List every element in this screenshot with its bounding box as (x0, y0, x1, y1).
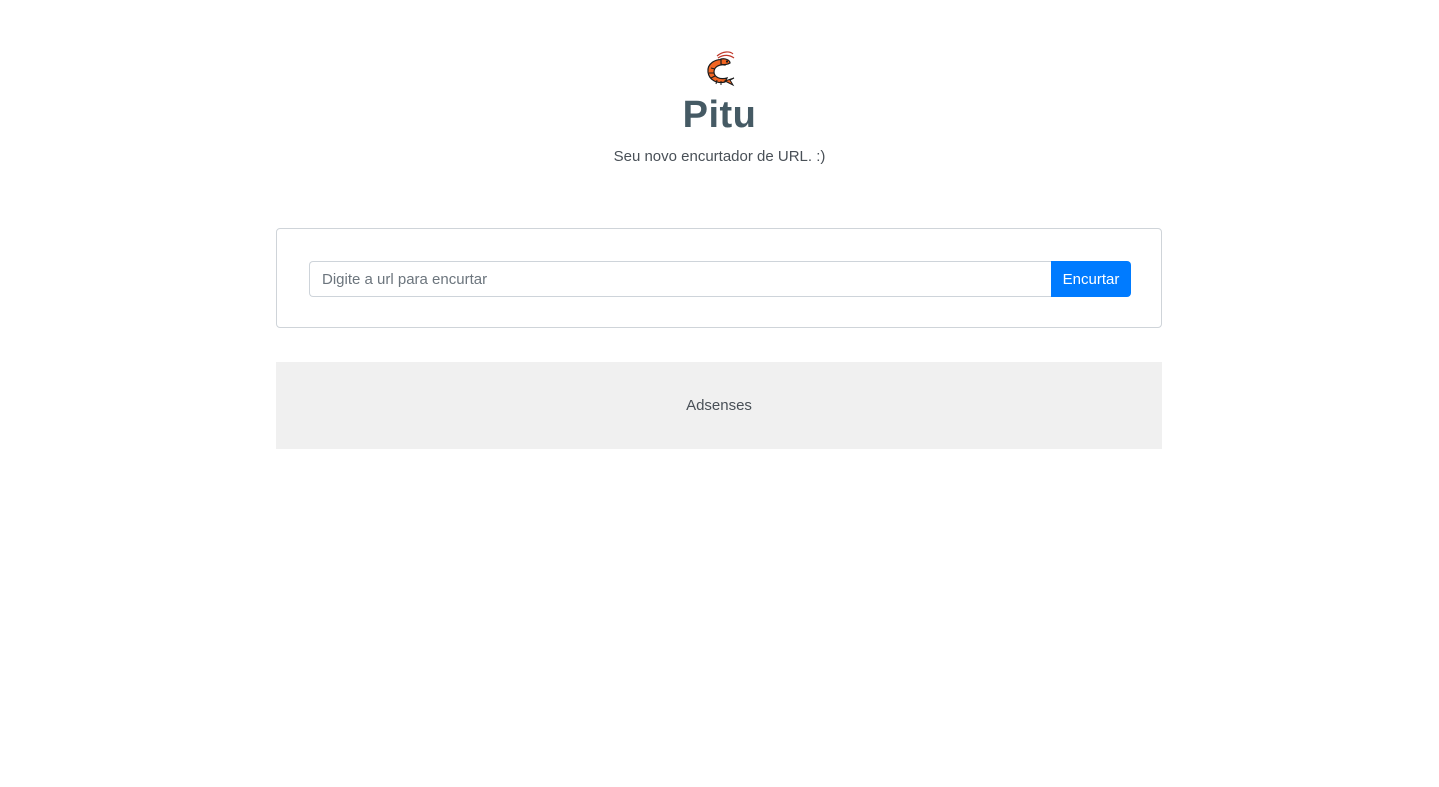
header: Pitu Seu novo encurtador de URL. :) (0, 50, 1439, 166)
ad-banner: Adsenses (276, 362, 1162, 449)
shorten-button[interactable]: Encurtar (1051, 261, 1131, 297)
ad-label: Adsenses (686, 397, 752, 414)
app-title: Pitu (682, 94, 757, 136)
page: Pitu Seu novo encurtador de URL. :) Encu… (0, 0, 1439, 787)
url-input[interactable] (309, 261, 1051, 297)
shorten-form-card: Encurtar (276, 228, 1162, 328)
shorten-form: Encurtar (309, 261, 1131, 297)
shrimp-icon (706, 51, 734, 87)
app-subtitle: Seu novo encurtador de URL. :) (613, 148, 826, 165)
